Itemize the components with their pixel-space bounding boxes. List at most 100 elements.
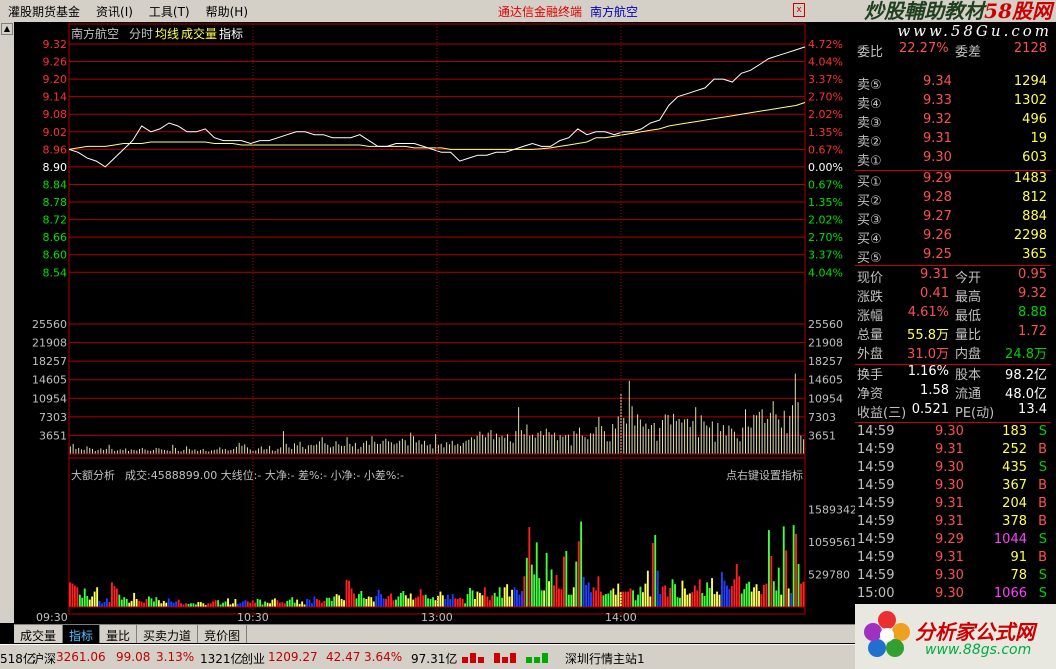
indicator-bar (118, 594, 121, 607)
price-tick-label: 9.32 (43, 38, 68, 51)
ask-row[interactable]: 卖⑤ 9.34 1294 (855, 74, 1051, 93)
indicator-bar (735, 564, 738, 607)
bid-row[interactable]: 买④ 9.26 2298 (855, 228, 1051, 247)
fundamental-label: 收益(三) (857, 406, 907, 421)
menu-item-tools[interactable]: 工具(T) (141, 3, 198, 20)
tick-side: B (1038, 514, 1047, 529)
tick-row[interactable]: 14:59 9.30 435 S (855, 460, 1051, 478)
indicator-bar (353, 593, 355, 607)
indicator-bar (481, 595, 484, 607)
tick-volume: 1066 (993, 586, 1027, 601)
indicator-bar (212, 601, 215, 607)
indicator-bar (422, 595, 425, 607)
tick-row[interactable]: 14:59 9.29 1044 S (855, 532, 1051, 550)
indicator-bar (797, 564, 800, 607)
ask-row[interactable]: 卖③ 9.32 496 (855, 112, 1051, 131)
menu-item-help[interactable]: 帮助(H) (198, 3, 256, 20)
ask-volume: 19 (1030, 131, 1047, 146)
indicator-tick-label: 529780 (808, 568, 850, 581)
indicator-bar (333, 596, 336, 607)
tick-row[interactable]: 15:00 9.30 1066 S (855, 586, 1051, 604)
indicator-bar (629, 588, 632, 607)
indicator-bar (264, 601, 266, 607)
bid-row[interactable]: 买① 9.29 1483 (855, 171, 1051, 190)
indicator-bar (674, 584, 676, 607)
tick-volume: 91 (1010, 550, 1027, 565)
indicator-bar (167, 598, 170, 607)
status-station[interactable]: 深圳行情主站1 (565, 650, 645, 667)
bid-row[interactable]: 买② 9.28 812 (855, 190, 1051, 209)
indicator-bar (461, 599, 464, 607)
indicator-bar (800, 583, 802, 607)
tab-volume[interactable]: 成交量 (14, 625, 64, 643)
indicator-bar (325, 597, 328, 607)
bid-price: 9.27 (923, 209, 952, 224)
indicator-bar (733, 579, 736, 607)
bid-price: 9.28 (923, 190, 952, 205)
price-tick-label: 9.02 (43, 126, 68, 139)
tick-volume: 435 (1002, 460, 1027, 475)
indicator-bar (71, 583, 74, 607)
scroll-up-icon[interactable]: ▲ (1, 23, 13, 35)
quote-ratio-row[interactable]: 委比 22.27% 委差 2128 (855, 41, 1051, 60)
ask-volume: 1294 (1013, 74, 1047, 89)
fundamental-row[interactable]: 换手 1.16% 股本 98.2亿 (855, 364, 1051, 383)
menu-item-stocks[interactable]: 灌股期货基金 (0, 3, 88, 20)
tick-volume: 252 (1002, 442, 1027, 457)
tick-row[interactable]: 14:59 9.31 91 B (855, 550, 1051, 568)
indicator-bar (590, 592, 592, 607)
indicator-bar (716, 591, 718, 607)
tick-row[interactable]: 14:59 9.30 367 B (855, 478, 1051, 496)
price-tick-label: 8.78 (43, 196, 68, 209)
close-icon[interactable]: x (793, 3, 805, 17)
status-sh-value: 3261.06 (56, 650, 106, 664)
stat-value-2: 9.32 (1018, 286, 1047, 301)
indicator-bar (451, 594, 454, 607)
tab-buy-sell-power[interactable]: 买卖力道 (137, 625, 199, 643)
stat-row[interactable]: 现价 9.31 今开 0.95 (855, 267, 1051, 286)
indicator-bar (688, 593, 691, 607)
tick-row[interactable]: 14:59 9.31 204 B (855, 496, 1051, 514)
tick-row[interactable]: 14:59 9.31 252 B (855, 442, 1051, 460)
indicator-bar (123, 597, 126, 607)
indicator-bar (278, 602, 281, 607)
intraday-chart[interactable]: 南方航空 分时 均线 成交量 指标 9.32 4.72% 9.26 4.04% 9.20 3.37%… (14, 22, 855, 623)
stat-row[interactable]: 涨幅 4.61% 最低 8.88 (855, 305, 1051, 324)
tick-row[interactable]: 14:59 9.30 78 S (855, 568, 1051, 586)
bid-row[interactable]: 买⑤ 9.25 365 (855, 247, 1051, 266)
bid-row[interactable]: 买③ 9.27 884 (855, 209, 1051, 228)
stat-row[interactable]: 外盘 31.0万 内盘 24.8万 (855, 343, 1051, 362)
volume-tick-label-right: 25560 (808, 318, 843, 331)
menu-item-news[interactable]: 资讯(I) (88, 3, 141, 20)
status-prev-amount: 518亿 (0, 652, 35, 666)
indicator-bar (328, 597, 331, 607)
indicator-bar (758, 591, 760, 607)
app-name: 通达信金融终端 (498, 5, 583, 19)
bid-label: 买⑤ (857, 251, 882, 266)
indicator-bar (276, 600, 279, 607)
tab-indicator[interactable]: 指标 (63, 625, 101, 643)
indicator-bar (698, 579, 701, 607)
tab-volume-ratio[interactable]: 量比 (100, 625, 138, 643)
percent-tick-label: 3.37% (808, 73, 843, 86)
stat-row[interactable]: 涨跌 0.41 最高 9.32 (855, 286, 1051, 305)
ask-row[interactable]: 卖① 9.30 603 (855, 150, 1051, 169)
indicator-bar (140, 601, 143, 607)
tick-row[interactable]: 14:59 9.30 183 S (855, 424, 1051, 442)
indicator-bar (387, 595, 390, 607)
fundamental-row[interactable]: 净资 1.58 流通 48.0亿 (855, 383, 1051, 402)
time-tick-label: 14:00 (605, 611, 637, 623)
ask-row[interactable]: 卖② 9.31 19 (855, 131, 1051, 150)
tick-row[interactable]: 14:59 9.31 378 B (855, 514, 1051, 532)
tick-side: B (1038, 496, 1047, 511)
volume-tick-label: 3651 (39, 429, 67, 442)
stat-row[interactable]: 总量 55.8万 量比 1.72 (855, 324, 1051, 343)
ask-row[interactable]: 卖④ 9.33 1302 (855, 93, 1051, 112)
volume-tick-label: 14605 (32, 374, 67, 387)
fundamental-row[interactable]: 收益(三) 0.521 PE(动) 13.4 (855, 402, 1051, 421)
tab-auction[interactable]: 竞价图 (198, 625, 248, 643)
indicator-bar (148, 596, 150, 607)
indicator-bar (113, 586, 116, 607)
indicator-bar (693, 585, 696, 607)
indicator-bar (617, 583, 620, 607)
